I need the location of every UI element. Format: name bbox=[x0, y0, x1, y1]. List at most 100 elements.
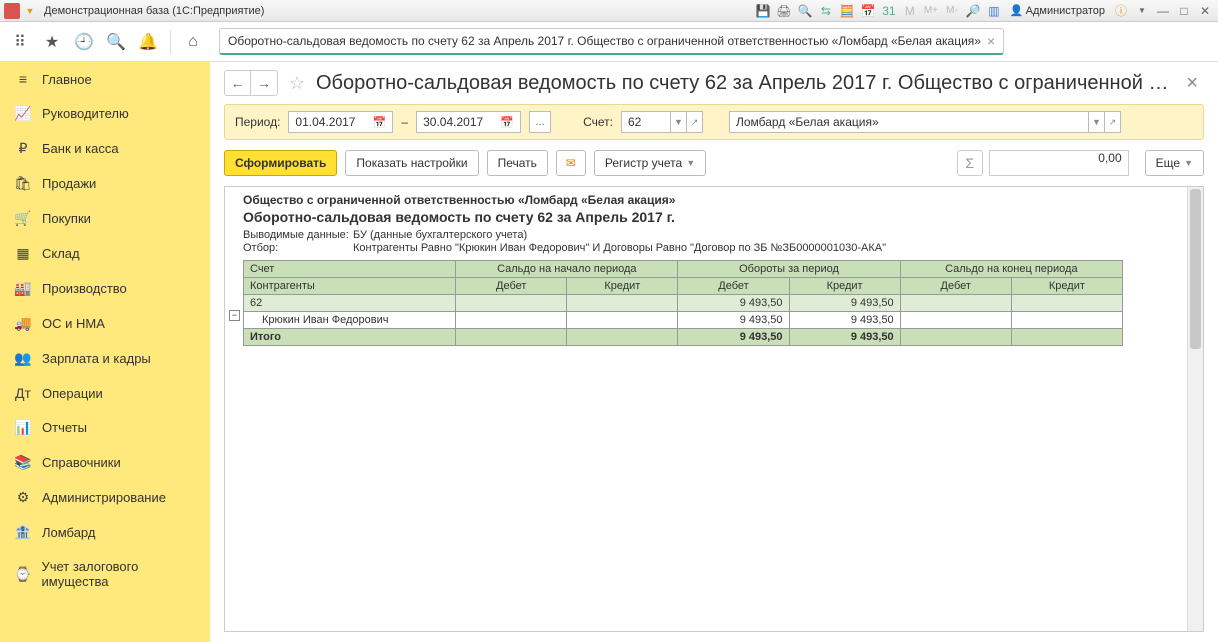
sidebar-item-9[interactable]: ДтОперации bbox=[0, 376, 210, 410]
m-plus-icon[interactable]: M+ bbox=[922, 2, 940, 20]
admin-label[interactable]: 👤Администратор bbox=[1006, 4, 1109, 17]
sidebar-item-label: Склад bbox=[42, 246, 80, 261]
table-row[interactable]: 629 493,509 493,50 bbox=[244, 295, 1123, 312]
sidebar-item-5[interactable]: ▦Склад bbox=[0, 236, 210, 271]
org-open-icon[interactable]: ↗ bbox=[1105, 111, 1121, 133]
favorite-icon[interactable]: ★ bbox=[38, 28, 66, 56]
sidebar-item-12[interactable]: ⚙Администрирование bbox=[0, 480, 210, 515]
mail-button[interactable]: ✉ bbox=[556, 150, 586, 176]
sidebar-item-13[interactable]: 🏦 Ломбард bbox=[0, 515, 210, 550]
favorite-button[interactable]: ☆ bbox=[286, 72, 308, 94]
search-icon[interactable]: 🔍 bbox=[102, 28, 130, 56]
notifications-icon[interactable]: 🔔 bbox=[134, 28, 162, 56]
info-icon[interactable]: ⓘ bbox=[1112, 2, 1130, 20]
dropdown2-icon[interactable]: ▼ bbox=[1133, 2, 1151, 20]
sidebar-item-1[interactable]: 📈Руководителю bbox=[0, 96, 210, 131]
sum-icon[interactable]: Σ bbox=[957, 150, 983, 176]
sidebar-item-label: Ломбард bbox=[42, 525, 95, 540]
dropdown-icon[interactable]: ▼ bbox=[24, 5, 36, 17]
period-picker-button[interactable]: ... bbox=[529, 111, 551, 133]
doc-title: Оборотно-сальдовая ведомость по счету 62… bbox=[316, 72, 1172, 95]
report-title: Оборотно-сальдовая ведомость по счету 62… bbox=[243, 209, 1185, 225]
vertical-scrollbar[interactable] bbox=[1187, 187, 1203, 631]
account-input[interactable]: 62 bbox=[621, 111, 671, 133]
sidebar-item-2[interactable]: ₽Банк и касса bbox=[0, 131, 210, 166]
tab-close-icon[interactable]: × bbox=[987, 33, 995, 49]
m-minus-icon[interactable]: M- bbox=[943, 2, 961, 20]
account-dropdown-icon[interactable]: ▼ bbox=[671, 111, 687, 133]
date-from-input[interactable]: 01.04.2017 📅 bbox=[288, 111, 393, 133]
sidebar-item-label: ОС и НМА bbox=[42, 316, 105, 331]
minimize-icon[interactable]: — bbox=[1154, 2, 1172, 20]
calculator-icon[interactable]: 🧮 bbox=[838, 2, 856, 20]
title-bar: ▼ Демонстрационная база (1С:Предприятие)… bbox=[0, 0, 1218, 22]
sidebar-icon: 🏦 bbox=[14, 524, 32, 541]
sidebar-item-3[interactable]: 🛍Продажи bbox=[0, 166, 210, 201]
forward-button[interactable]: → bbox=[251, 71, 277, 95]
collapse-toggle[interactable]: − bbox=[229, 310, 240, 321]
report-org: Общество с ограниченной ответственностью… bbox=[243, 193, 1185, 207]
apps-icon[interactable]: ⠿ bbox=[6, 28, 34, 56]
sum-input[interactable]: 0,00 bbox=[989, 150, 1129, 176]
account-open-icon[interactable]: ↗ bbox=[687, 111, 703, 133]
zoom-icon[interactable]: 🔎 bbox=[964, 2, 982, 20]
more-button[interactable]: Еще▼ bbox=[1145, 150, 1204, 176]
open-tab[interactable]: Оборотно-сальдовая ведомость по счету 62… bbox=[219, 28, 1004, 55]
sidebar-item-8[interactable]: 👥Зарплата и кадры bbox=[0, 341, 210, 376]
back-button[interactable]: ← bbox=[225, 71, 251, 95]
sidebar-item-0[interactable]: ≡ Главное bbox=[0, 62, 210, 96]
scrollbar-thumb[interactable] bbox=[1190, 189, 1201, 349]
save-icon[interactable]: 💾 bbox=[754, 2, 772, 20]
sidebar-icon: 📚 bbox=[14, 454, 32, 471]
total-row: Итого 9 493,50 9 493,50 bbox=[244, 329, 1123, 346]
sidebar-icon: 📊 bbox=[14, 419, 32, 436]
panel-icon[interactable]: ▥ bbox=[985, 2, 1003, 20]
compare-icon[interactable]: ⇆ bbox=[817, 2, 835, 20]
doc-header: ← → ☆ Оборотно-сальдовая ведомость по сч… bbox=[210, 62, 1218, 104]
sidebar-icon: ≡ bbox=[14, 71, 32, 87]
sidebar-item-10[interactable]: 📊 Отчеты bbox=[0, 410, 210, 445]
sidebar-item-label: Продажи bbox=[42, 176, 96, 191]
show-settings-button[interactable]: Показать настройки bbox=[345, 150, 478, 176]
sidebar-item-label: Главное bbox=[42, 72, 92, 87]
sidebar-item-label: Учет залогового имущества bbox=[41, 559, 196, 589]
sidebar-icon: ⚙ bbox=[14, 489, 32, 506]
home-icon[interactable]: ⌂ bbox=[179, 28, 207, 56]
sidebar-item-label: Отчеты bbox=[42, 420, 87, 435]
print-icon[interactable]: 🖨 bbox=[775, 2, 793, 20]
date-to-input[interactable]: 30.04.2017 📅 bbox=[416, 111, 521, 133]
th-start-balance: Сальдо на начало периода bbox=[456, 261, 678, 278]
calendar-icon[interactable]: 📅 bbox=[859, 2, 877, 20]
history-icon[interactable]: 🕘 bbox=[70, 28, 98, 56]
close-window-icon[interactable]: ✕ bbox=[1196, 2, 1214, 20]
th-credit1: Кредит bbox=[567, 278, 678, 295]
sidebar-icon: Дт bbox=[14, 385, 32, 401]
print-button[interactable]: Печать bbox=[487, 150, 548, 176]
sidebar-item-label: Покупки bbox=[42, 211, 91, 226]
sidebar-item-7[interactable]: 🚚ОС и НМА bbox=[0, 306, 210, 341]
table-row[interactable]: Крюкин Иван Федорович9 493,509 493,50 bbox=[244, 312, 1123, 329]
doc-close-button[interactable]: × bbox=[1180, 72, 1204, 95]
preview-icon[interactable]: 🔍 bbox=[796, 2, 814, 20]
date-icon[interactable]: 31 bbox=[880, 2, 898, 20]
calendar-to-icon[interactable]: 📅 bbox=[500, 116, 514, 129]
date-to-value: 30.04.2017 bbox=[423, 115, 483, 129]
sidebar-item-4[interactable]: 🛒Покупки bbox=[0, 201, 210, 236]
th-turnover: Обороты за период bbox=[678, 261, 900, 278]
report-filter-meta: Отбор:Контрагенты Равно "Крюкин Иван Фед… bbox=[243, 242, 1185, 254]
maximize-icon[interactable]: □ bbox=[1175, 2, 1193, 20]
organization-input[interactable]: Ломбард «Белая акация» bbox=[729, 111, 1089, 133]
sidebar-item-11[interactable]: 📚Справочники bbox=[0, 445, 210, 480]
sidebar-item-label: Руководителю bbox=[42, 106, 129, 121]
sidebar-item-label: Зарплата и кадры bbox=[42, 351, 151, 366]
calendar-from-icon[interactable]: 📅 bbox=[373, 116, 387, 129]
report-output-meta: Выводимые данные:БУ (данные бухгалтерско… bbox=[243, 229, 1185, 241]
divider bbox=[170, 30, 171, 54]
generate-button[interactable]: Сформировать bbox=[224, 150, 337, 176]
sidebar-item-14[interactable]: ⌚Учет залогового имущества bbox=[0, 550, 210, 598]
sidebar-item-6[interactable]: 🏭Производство bbox=[0, 271, 210, 306]
m-icon[interactable]: M bbox=[901, 2, 919, 20]
org-dropdown-icon[interactable]: ▼ bbox=[1089, 111, 1105, 133]
register-button[interactable]: Регистр учета▼ bbox=[594, 150, 706, 176]
nav-buttons: ← → bbox=[224, 70, 278, 96]
